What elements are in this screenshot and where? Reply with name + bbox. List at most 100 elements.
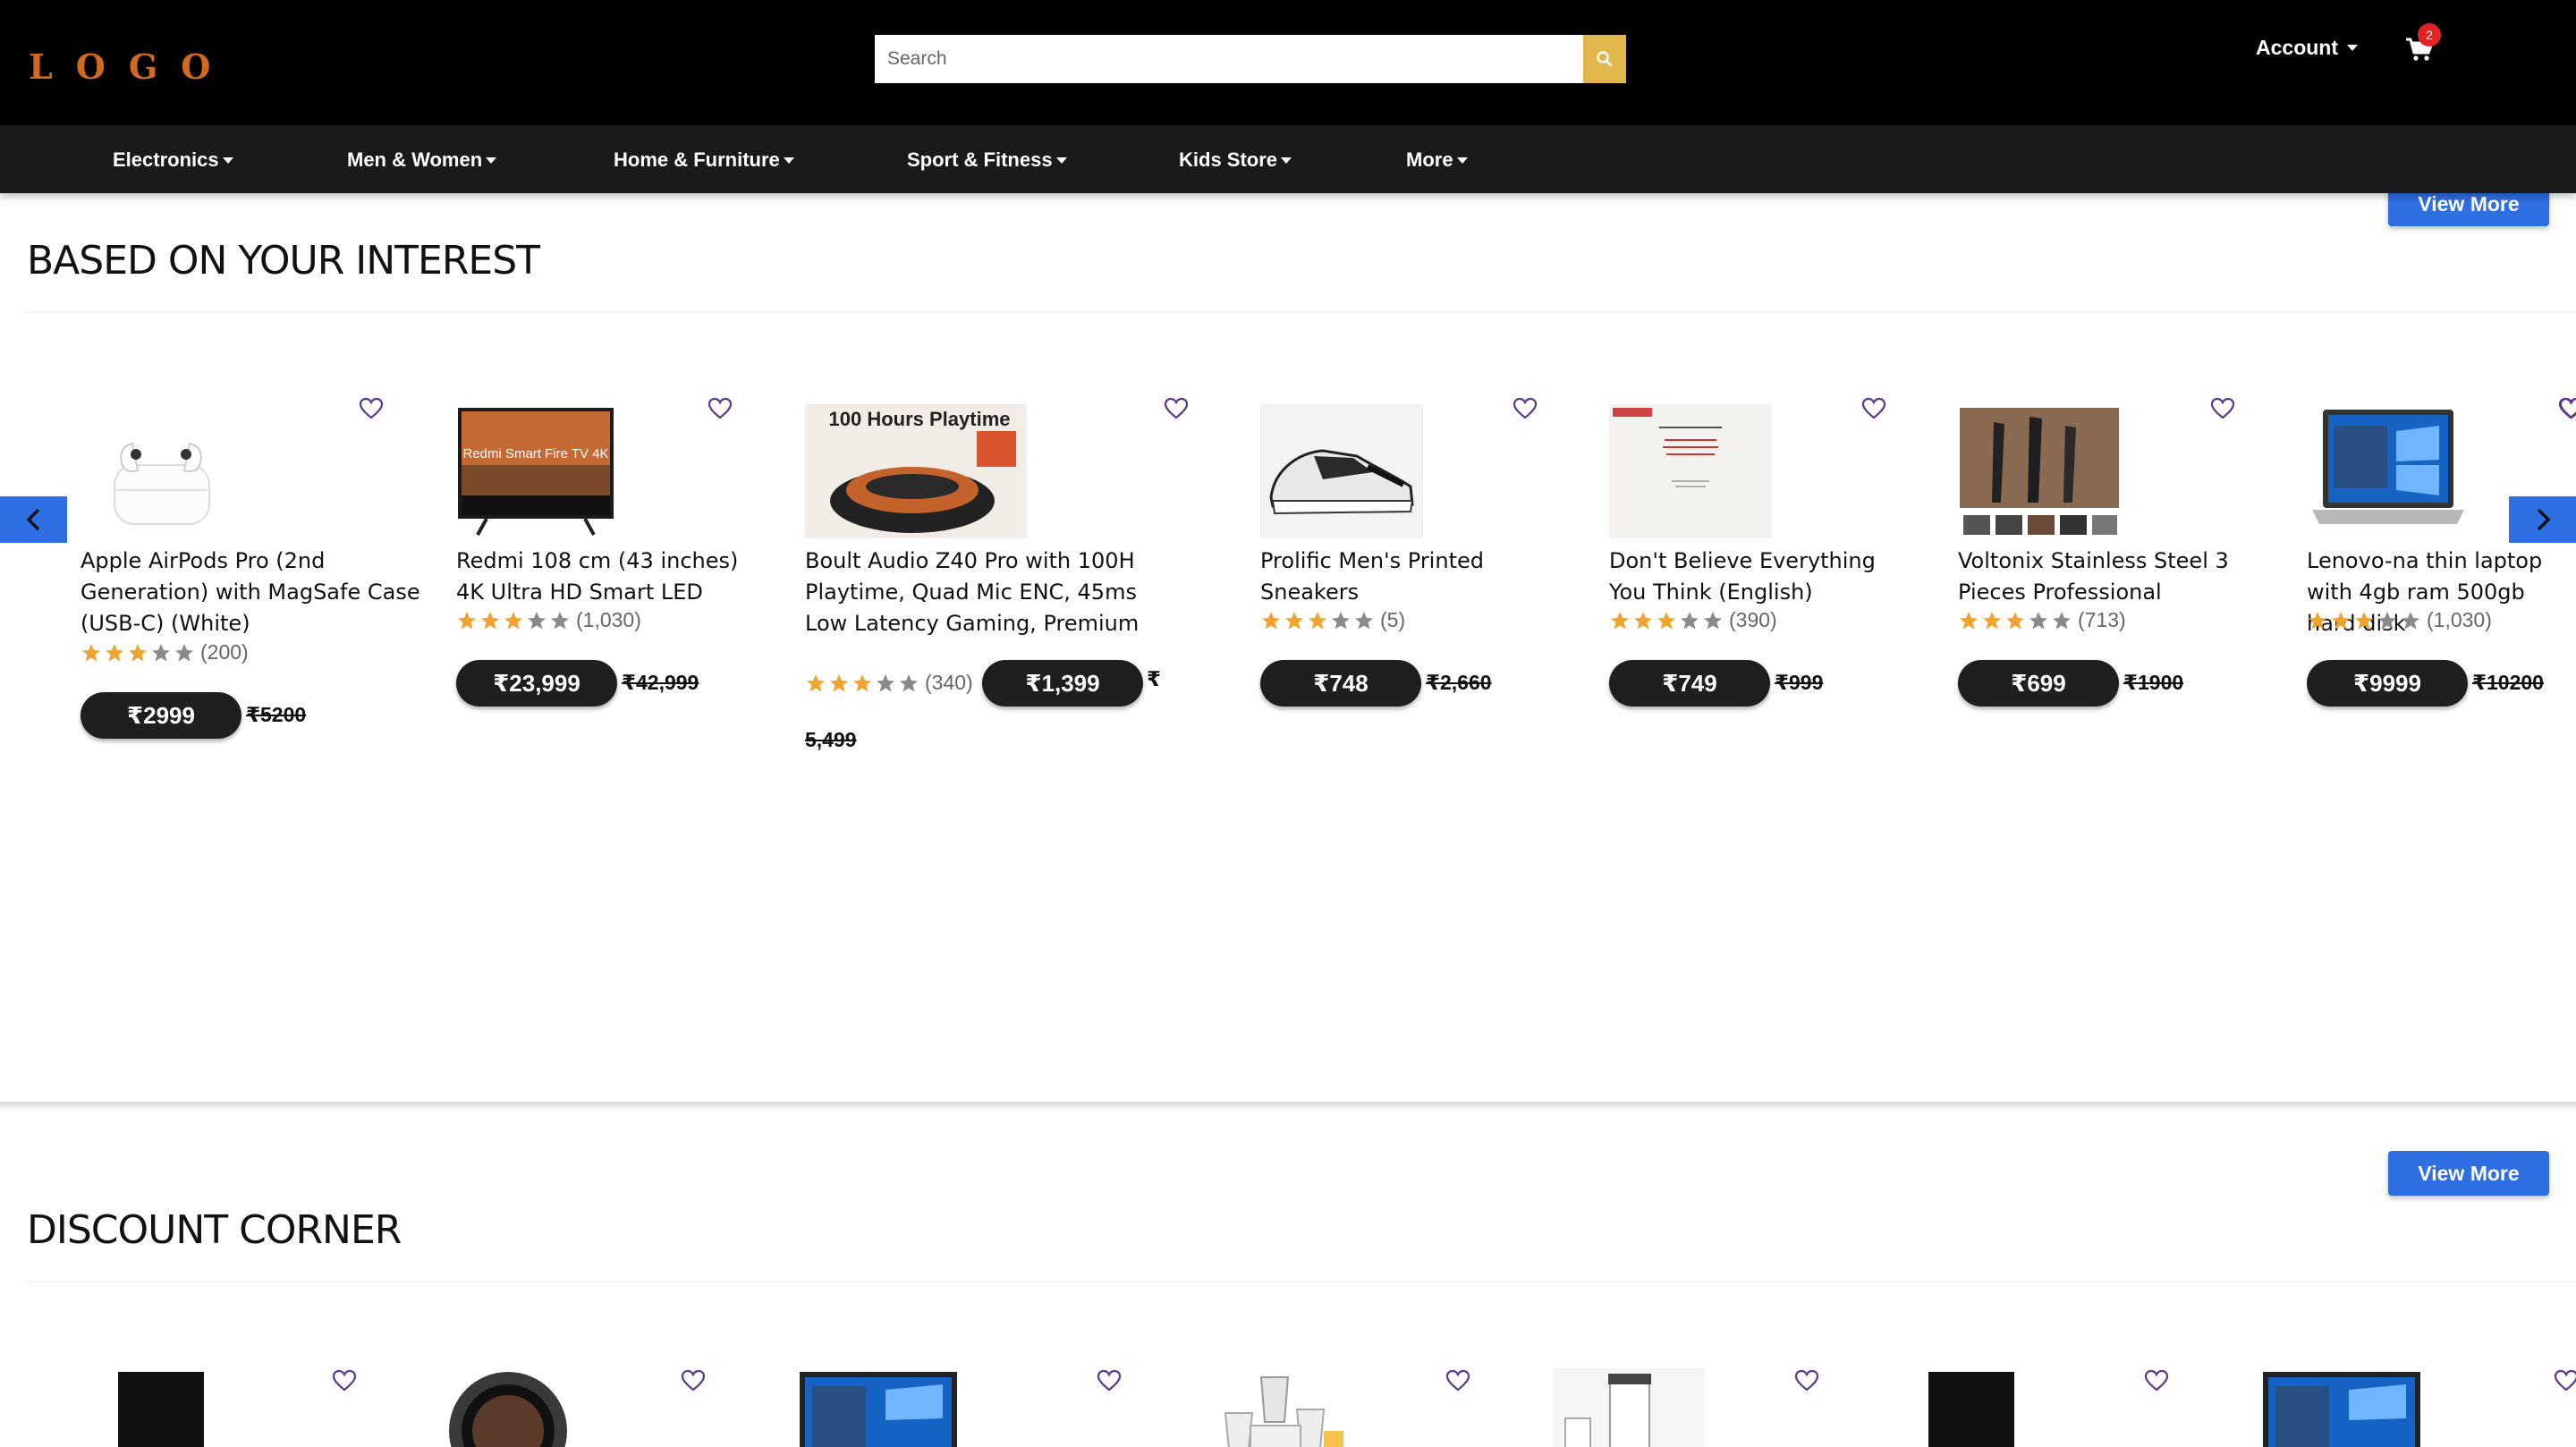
- wishlist-heart-icon[interactable]: [2144, 1369, 2169, 1392]
- logo[interactable]: LOGO: [29, 47, 233, 87]
- discount-product-image[interactable]: [1553, 1368, 1705, 1447]
- wishlist-heart-icon[interactable]: [1794, 1369, 1819, 1392]
- star-empty-icon: [900, 673, 918, 691]
- wishlist-heart-icon[interactable]: [1097, 1369, 1122, 1392]
- product-name[interactable]: Apple AirPods Pro (2nd Generation) with …: [80, 546, 438, 639]
- wishlist-heart-icon[interactable]: [681, 1369, 706, 1392]
- star-filled-icon: [82, 643, 100, 661]
- laptop-icon: [800, 1372, 957, 1447]
- rating-stars: (1,030): [2307, 608, 2492, 632]
- star-filled-icon: [830, 673, 848, 691]
- star-empty-icon: [551, 611, 569, 629]
- carousel-prev-button[interactable]: [0, 496, 67, 543]
- wishlist-heart-icon[interactable]: [2558, 397, 2576, 420]
- wishlist-heart-icon[interactable]: [708, 397, 733, 420]
- rating-stars: (200): [80, 640, 249, 664]
- star-empty-icon: [1681, 611, 1699, 629]
- wishlist-heart-icon[interactable]: [1445, 1369, 1470, 1392]
- price-button[interactable]: ₹699: [1958, 660, 2119, 707]
- price-button[interactable]: ₹23,999: [456, 660, 617, 707]
- product-card[interactable]: Apple AirPods Pro (2nd Generation) with …: [80, 397, 420, 773]
- product-card[interactable]: Prolific Men's Printed Sneakers (5) ₹748…: [1260, 397, 1600, 773]
- book-icon: [1609, 404, 1772, 538]
- account-menu[interactable]: Account: [2256, 36, 2358, 60]
- rating-stars: (340): [805, 671, 973, 695]
- price-button[interactable]: ₹1,399: [982, 660, 1143, 707]
- wishlist-heart-icon[interactable]: [1861, 397, 1886, 420]
- discount-product-image[interactable]: [428, 1368, 589, 1447]
- sneaker-icon: [1269, 449, 1414, 515]
- discount-product-image[interactable]: [1199, 1368, 1360, 1447]
- laptop-icon: [2263, 1372, 2420, 1447]
- price-button[interactable]: ₹748: [1260, 660, 1421, 707]
- nav-item-sport-fitness[interactable]: Sport & Fitness: [907, 148, 1067, 172]
- nav-item-label: Sport & Fitness: [907, 148, 1053, 171]
- chevron-down-icon: [1456, 157, 1468, 164]
- wishlist-heart-icon[interactable]: [332, 1369, 357, 1392]
- chevron-down-icon: [222, 157, 233, 164]
- discount-product-image[interactable]: [1928, 1368, 2014, 1447]
- rating-stars: (713): [1958, 608, 2126, 632]
- product-name[interactable]: Voltonix Stainless Steel 3 Pieces Profes…: [1958, 546, 2253, 608]
- star-filled-icon: [481, 611, 499, 629]
- chevron-down-icon: [2347, 45, 2358, 51]
- nav-item-label: Electronics: [113, 148, 219, 171]
- smartwatch-icon: [449, 1372, 567, 1447]
- price-button[interactable]: ₹749: [1609, 660, 1770, 707]
- product-card[interactable]: Don't Believe Everything You Think (Engl…: [1609, 397, 1949, 773]
- top-header: LOGO Account 2: [0, 0, 2576, 125]
- chevron-down-icon: [1055, 157, 1067, 164]
- product-image[interactable]: [1609, 404, 1772, 538]
- star-filled-icon: [2332, 611, 2350, 629]
- product-image[interactable]: 100 Hours Playtime: [805, 404, 1027, 538]
- tws-case-icon: 100 Hours Playtime: [805, 404, 1027, 538]
- product-name[interactable]: Don't Believe Everything You Think (Engl…: [1609, 546, 1904, 608]
- product-image[interactable]: [2307, 404, 2470, 538]
- product-name[interactable]: Prolific Men's Printed Sneakers: [1260, 546, 1555, 608]
- product-card[interactable]: Lenovo-na thin laptop with 4gb ram 500gb…: [2307, 397, 2576, 773]
- star-empty-icon: [2402, 611, 2419, 629]
- review-count: (390): [1729, 608, 1777, 631]
- section-title: DISCOUNT CORNER: [27, 1207, 402, 1253]
- price-button[interactable]: ₹9999: [2307, 660, 2468, 707]
- product-image[interactable]: [80, 404, 215, 538]
- nav-item-electronics[interactable]: Electronics: [113, 148, 233, 172]
- wishlist-heart-icon[interactable]: [359, 397, 384, 420]
- product-card[interactable]: Voltonix Stainless Steel 3 Pieces Profes…: [1958, 397, 2298, 773]
- view-more-button[interactable]: View More: [2388, 1151, 2549, 1196]
- nav-item-home-furniture[interactable]: Home & Furniture: [614, 148, 794, 172]
- price-button[interactable]: ₹2999: [80, 692, 242, 739]
- wishlist-heart-icon[interactable]: [2554, 1369, 2576, 1392]
- product-image[interactable]: [1958, 404, 2121, 538]
- discount-product-image[interactable]: [800, 1368, 957, 1447]
- divider: [27, 311, 2576, 313]
- star-filled-icon: [2006, 611, 2024, 629]
- discount-product-image[interactable]: [2263, 1368, 2420, 1447]
- nav-item-more[interactable]: More: [1406, 148, 1468, 172]
- product-name[interactable]: Boult Audio Z40 Pro with 100H Playtime, …: [805, 546, 1163, 639]
- star-filled-icon: [1285, 611, 1303, 629]
- nav-item-kids-store[interactable]: Kids Store: [1179, 148, 1292, 172]
- wishlist-heart-icon[interactable]: [1164, 397, 1189, 420]
- review-count: (1,030): [576, 608, 641, 631]
- review-count: (340): [925, 671, 973, 694]
- chevron-down-icon: [486, 157, 497, 164]
- rating-stars: (390): [1609, 608, 1777, 632]
- star-empty-icon: [1332, 611, 1350, 629]
- product-image[interactable]: [1260, 404, 1423, 538]
- product-name[interactable]: Redmi 108 cm (43 inches) 4K Ultra HD Sma…: [456, 546, 751, 608]
- original-price: ₹42,999: [622, 671, 699, 694]
- product-image[interactable]: Redmi Smart Fire TV 4K: [456, 404, 615, 538]
- black-pad-icon: [1928, 1372, 2014, 1447]
- star-empty-icon: [175, 643, 193, 661]
- search-button[interactable]: [1583, 35, 1626, 83]
- product-card[interactable]: 100 Hours Playtime Boult Audio Z40 Pro w…: [805, 397, 1189, 773]
- search-input[interactable]: [875, 35, 1583, 83]
- wishlist-heart-icon[interactable]: [1513, 397, 1538, 420]
- product-card[interactable]: Redmi Smart Fire TV 4K Redmi 108 cm (43 …: [456, 397, 796, 773]
- discount-product-image[interactable]: [118, 1368, 204, 1447]
- original-price: ₹5200: [246, 703, 307, 726]
- wishlist-heart-icon[interactable]: [2210, 397, 2235, 420]
- nav-item-men-women[interactable]: Men & Women: [347, 148, 497, 172]
- star-filled-icon: [2355, 611, 2373, 629]
